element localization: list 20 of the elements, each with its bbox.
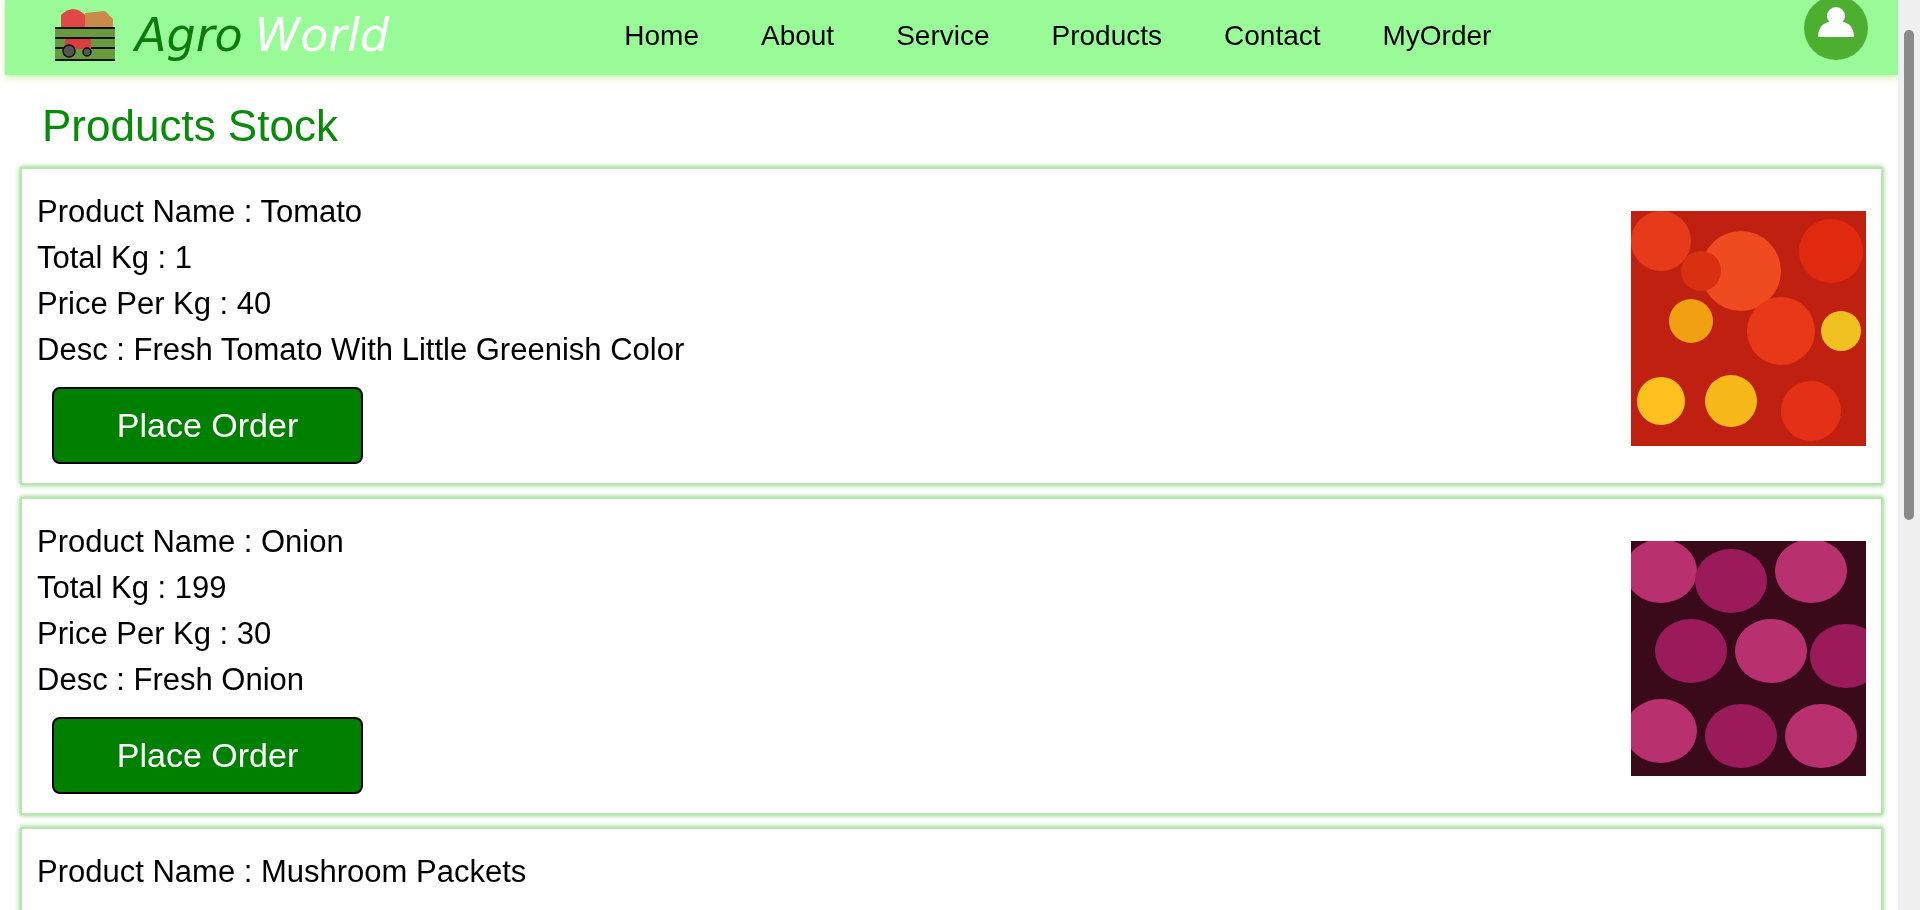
nav-link[interactable]: Contact bbox=[1224, 14, 1321, 57]
user-avatar-icon[interactable] bbox=[1804, 0, 1868, 60]
place-order-button[interactable]: Place Order bbox=[52, 717, 363, 794]
product-detail: Desc : Fresh Onion bbox=[37, 661, 306, 699]
place-order-button[interactable]: Place Order bbox=[52, 387, 363, 464]
nav-link[interactable]: Products bbox=[1051, 14, 1162, 57]
nav-link[interactable]: About bbox=[760, 14, 835, 57]
product-detail: Product Name : Mushroom Packets bbox=[37, 853, 527, 891]
nav-link[interactable]: Home bbox=[624, 14, 699, 57]
brand-name: World bbox=[254, 7, 390, 64]
product-detail: Price Per Kg : 30 bbox=[37, 615, 273, 653]
product-detail: Desc : Fresh Tomato With Little Greenish Color bbox=[37, 331, 685, 369]
product-detail: Price Per Kg : 40 bbox=[37, 285, 273, 323]
product-detail: Total Kg : 199 bbox=[37, 569, 228, 607]
product-detail: Total Kg : 1 bbox=[37, 239, 194, 277]
page-title: Products Stock bbox=[41, 100, 339, 152]
nav-link[interactable]: Service bbox=[896, 14, 990, 57]
nav-link[interactable]: MyOrder bbox=[1382, 14, 1492, 57]
product-detail: Product Name : Tomato bbox=[37, 193, 364, 231]
product-detail: Product Name : Onion bbox=[37, 523, 345, 561]
